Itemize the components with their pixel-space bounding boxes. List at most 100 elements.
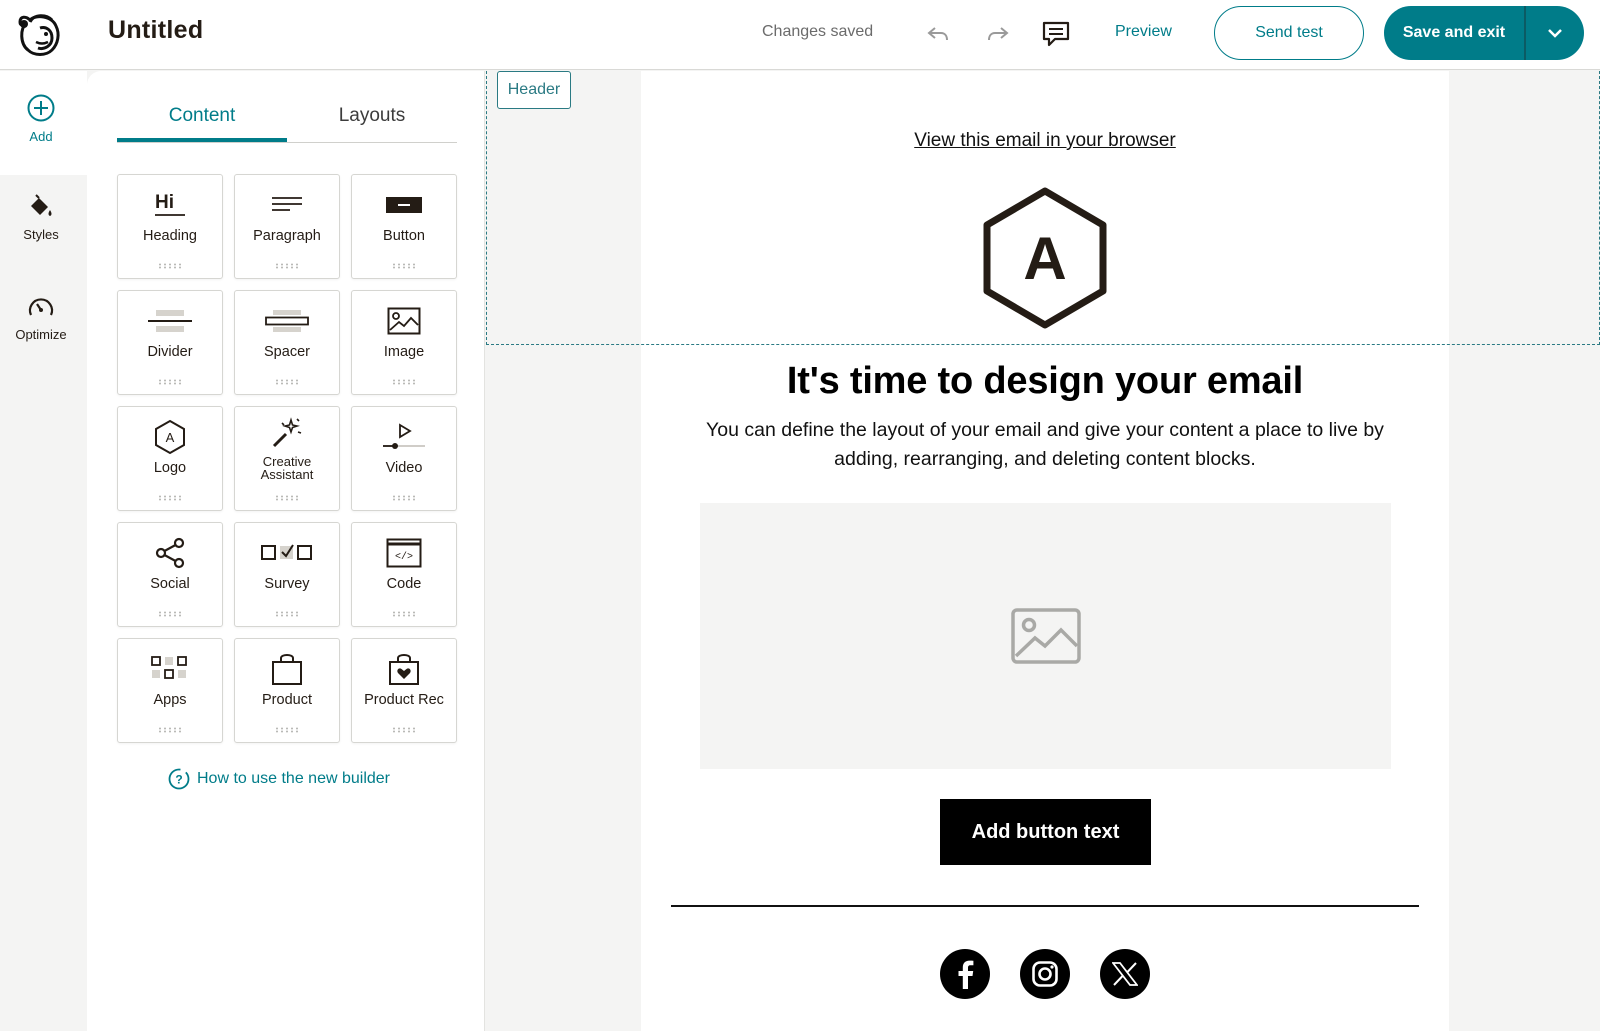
social-links — [641, 949, 1449, 999]
block-social[interactable]: Social — [117, 522, 223, 627]
send-test-button[interactable]: Send test — [1214, 6, 1364, 60]
paragraph-icon — [235, 187, 339, 223]
svg-text:Hi: Hi — [155, 192, 174, 213]
share-icon — [118, 535, 222, 571]
survey-checkbox-icon — [235, 535, 339, 571]
drag-handle-icon[interactable] — [235, 263, 339, 269]
drag-handle-icon[interactable] — [118, 727, 222, 733]
drag-handle-icon[interactable] — [352, 263, 456, 269]
bag-heart-icon — [352, 651, 456, 687]
rail-item-optimize[interactable]: Optimize — [0, 293, 82, 342]
image-placeholder[interactable] — [700, 503, 1391, 769]
drag-handle-icon[interactable] — [235, 611, 339, 617]
block-code[interactable]: </> Code — [351, 522, 457, 627]
drag-handle-icon[interactable] — [235, 727, 339, 733]
chevron-down-icon[interactable] — [1526, 6, 1584, 60]
block-label: Apps — [153, 692, 187, 708]
paint-bucket-icon — [31, 194, 52, 216]
block-apps[interactable]: Apps — [117, 638, 223, 743]
drag-handle-icon[interactable] — [118, 379, 222, 385]
tab-layouts[interactable]: Layouts — [287, 101, 457, 142]
help-link[interactable]: ? How to use the new builder — [167, 767, 390, 791]
email-logo-icon[interactable]: A — [975, 185, 1115, 336]
svg-text:?: ? — [175, 773, 182, 787]
rail-item-label: Add — [29, 129, 53, 144]
block-label: Divider — [147, 344, 193, 360]
drag-handle-icon[interactable] — [118, 495, 222, 501]
comment-icon[interactable] — [1040, 18, 1072, 50]
block-video[interactable]: Video — [351, 406, 457, 511]
block-label: Product — [262, 692, 312, 708]
email-cta-button[interactable]: Add button text — [940, 799, 1151, 865]
rail-item-label: Optimize — [15, 327, 67, 342]
block-label: Heading — [142, 228, 197, 244]
image-icon — [352, 303, 456, 339]
preview-link[interactable]: Preview — [1115, 23, 1172, 41]
view-in-browser-link[interactable]: View this email in your browser — [641, 130, 1449, 152]
block-label: Button — [383, 228, 425, 244]
spacer-icon — [235, 303, 339, 339]
code-icon: </> — [352, 535, 456, 571]
tab-content[interactable]: Content — [117, 101, 287, 142]
drag-handle-icon[interactable] — [352, 611, 456, 617]
drag-handle-icon[interactable] — [118, 611, 222, 617]
rail-item-styles[interactable]: Styles — [0, 193, 82, 242]
drag-handle-icon[interactable] — [118, 263, 222, 269]
email-preview: View this email in your browser A It's t… — [641, 71, 1449, 1031]
shopping-bag-icon — [235, 651, 339, 687]
content-panel: Content Layouts Hi Heading Paragraph But… — [87, 71, 485, 1031]
block-button[interactable]: Button — [351, 174, 457, 279]
divider-icon — [118, 303, 222, 339]
gauge-icon — [28, 298, 54, 316]
drag-handle-icon[interactable] — [235, 495, 339, 501]
block-label: Spacer — [264, 344, 310, 360]
instagram-icon[interactable] — [1020, 949, 1070, 999]
drag-handle-icon[interactable] — [352, 379, 456, 385]
block-label: Video — [385, 460, 423, 476]
content-blocks-grid: Hi Heading Paragraph Button Divider Spac… — [117, 174, 457, 743]
block-paragraph[interactable]: Paragraph — [234, 174, 340, 279]
block-label: Paragraph — [253, 228, 321, 244]
block-label: Survey — [264, 576, 310, 592]
drag-handle-icon[interactable] — [352, 727, 456, 733]
save-and-exit-button[interactable]: Save and exit — [1384, 6, 1524, 60]
help-question-icon: ? — [168, 768, 190, 790]
block-label: Product Rec — [364, 692, 444, 708]
block-label: Creative Assistant — [260, 454, 314, 482]
block-label: Code — [386, 576, 422, 592]
undo-icon[interactable] — [922, 18, 954, 50]
block-product[interactable]: Product — [234, 638, 340, 743]
block-logo[interactable]: A Logo — [117, 406, 223, 511]
apps-grid-icon — [118, 651, 222, 687]
drag-handle-icon[interactable] — [235, 379, 339, 385]
logo-hexagon-icon: A — [118, 419, 222, 455]
block-heading[interactable]: Hi Heading — [117, 174, 223, 279]
campaign-title[interactable]: Untitled — [108, 16, 203, 45]
video-play-icon — [352, 419, 456, 455]
x-icon[interactable] — [1100, 949, 1150, 999]
svg-text:A: A — [166, 430, 175, 445]
rail-item-label: Styles — [23, 227, 59, 242]
redo-icon[interactable] — [982, 18, 1014, 50]
block-label: Social — [150, 576, 190, 592]
rail-item-add[interactable]: Add — [0, 93, 82, 144]
email-headline[interactable]: It's time to design your email — [641, 360, 1449, 403]
save-status: Changes saved — [762, 23, 874, 40]
block-divider[interactable]: Divider — [117, 290, 223, 395]
image-placeholder-icon — [1010, 608, 1081, 664]
block-product-rec[interactable]: Product Rec — [351, 638, 457, 743]
block-label: Logo — [153, 460, 187, 476]
block-spacer[interactable]: Spacer — [234, 290, 340, 395]
block-image[interactable]: Image — [351, 290, 457, 395]
email-canvas: View this email in your browser A It's t… — [486, 71, 1600, 1031]
email-body-text[interactable]: You can define the layout of your email … — [681, 416, 1409, 474]
mailchimp-logo-icon[interactable] — [16, 8, 64, 60]
block-creative-assistant[interactable]: Creative Assistant — [234, 406, 340, 511]
facebook-icon[interactable] — [940, 949, 990, 999]
block-survey[interactable]: Survey — [234, 522, 340, 627]
drag-handle-icon[interactable] — [352, 495, 456, 501]
magic-wand-icon — [235, 415, 339, 451]
block-label: Image — [383, 344, 425, 360]
header-section-tag[interactable]: Header — [497, 71, 571, 109]
email-divider — [671, 905, 1419, 907]
